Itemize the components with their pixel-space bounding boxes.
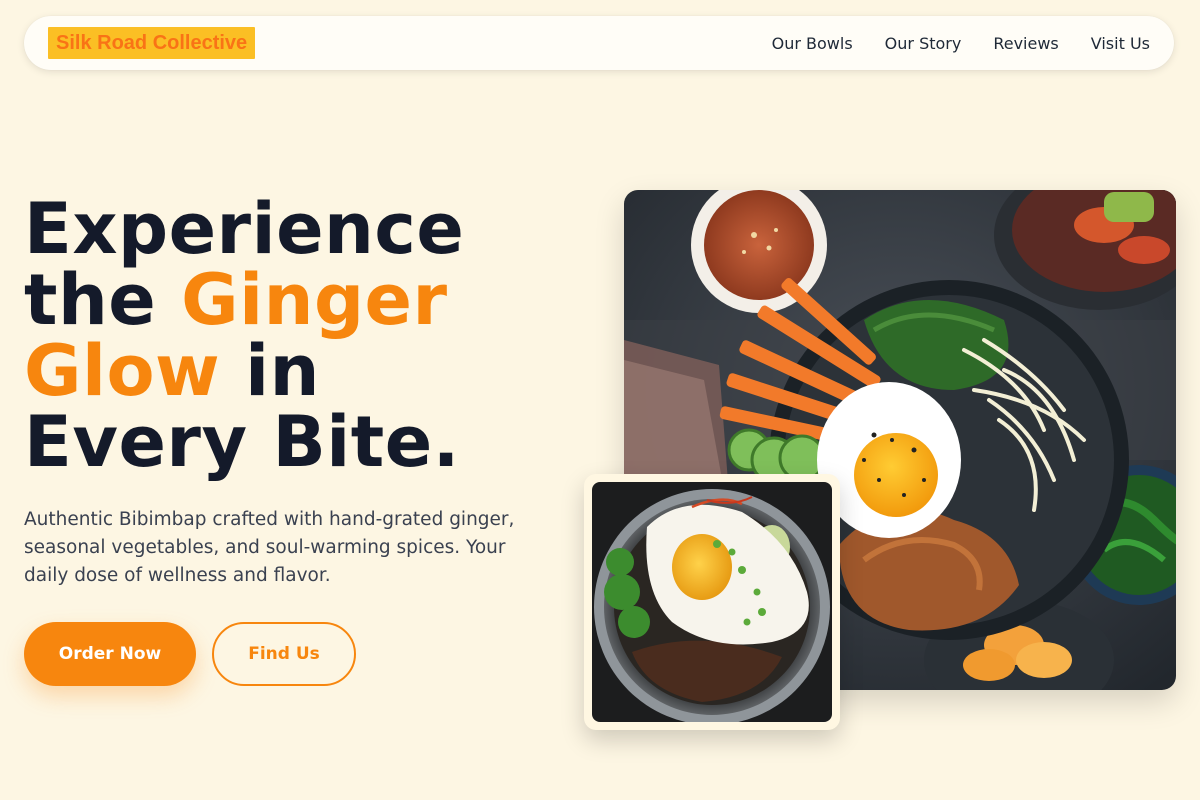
headline-line-1: Experience — [24, 188, 465, 270]
brand-logo[interactable]: Silk Road Collective — [48, 27, 256, 59]
nav-link-our-bowls[interactable]: Our Bowls — [772, 34, 853, 53]
hero-description: Authentic Bibimbap crafted with hand-gra… — [24, 509, 515, 586]
headline-line-2-plain: the — [24, 259, 182, 341]
find-us-button[interactable]: Find Us — [212, 622, 356, 686]
nav-link-reviews[interactable]: Reviews — [993, 34, 1058, 53]
headline-accent-ginger: Ginger — [181, 259, 448, 341]
headline-line-4: Every Bite. — [24, 401, 460, 483]
navbar: Silk Road Collective Our Bowls Our Story… — [24, 16, 1174, 70]
inset-photo-frame — [584, 474, 840, 730]
nav-link-visit-us[interactable]: Visit Us — [1091, 34, 1150, 53]
order-now-button[interactable]: Order Now — [24, 622, 196, 686]
stone-pot-bibimbap-photo — [592, 482, 832, 722]
headline-accent-glow: Glow — [24, 330, 221, 412]
hero-headline: Experience the Ginger Glow in Every Bite… — [24, 194, 564, 478]
headline-line-3-plain: in — [220, 330, 320, 412]
nav-link-our-story[interactable]: Our Story — [885, 34, 962, 53]
nav-links: Our Bowls Our Story Reviews Visit Us — [772, 34, 1150, 53]
